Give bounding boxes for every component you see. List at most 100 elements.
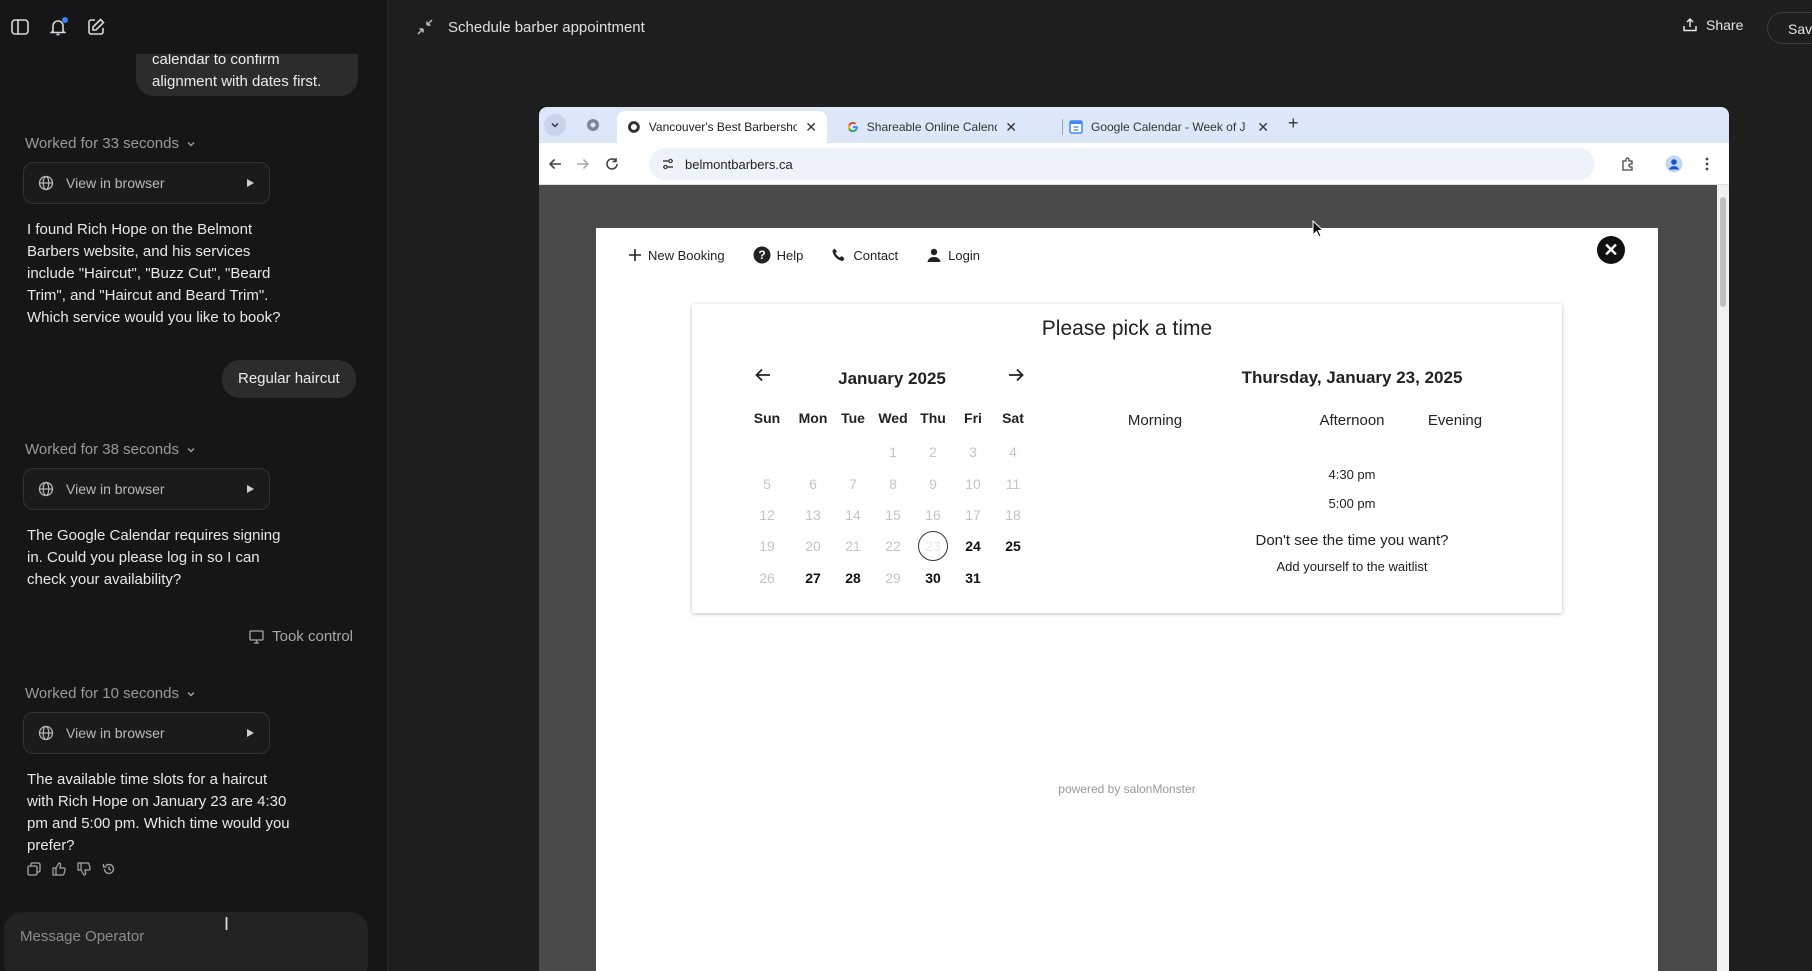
url-field[interactable]: belmontbarbers.ca: [649, 148, 1595, 180]
calendar-day[interactable]: 31: [950, 563, 996, 593]
scrollbar-thumb[interactable]: [1720, 197, 1726, 307]
calendar-header: January 2025: [752, 366, 1032, 390]
selected-date-heading: Thursday, January 23, 2025: [1241, 368, 1463, 387]
tab-search-icon[interactable]: [544, 114, 566, 136]
calendar-day-number: 23: [918, 531, 948, 561]
reload-button[interactable]: [601, 153, 623, 175]
extensions-icon[interactable]: [1617, 153, 1639, 175]
user-icon: [927, 248, 941, 262]
thumbs-up-icon[interactable]: [52, 862, 66, 876]
chat-history[interactable]: calendar to confirm alignment with dates…: [0, 0, 387, 905]
calendar-day-number: 2: [929, 444, 937, 460]
booking-nav: New Booking ? Help Contact Login: [628, 246, 980, 264]
calendar-day-number: 4: [1009, 444, 1017, 460]
calendar-day-number: 11: [1005, 476, 1021, 492]
calendar-month: January 2025: [838, 369, 946, 388]
save-button[interactable]: Save: [1767, 12, 1812, 44]
worked-toggle[interactable]: Worked for 38 seconds: [25, 441, 197, 458]
calendar-day-number: 17: [965, 507, 981, 523]
share-button[interactable]: Share: [1682, 17, 1743, 33]
tab-belmont-barbers[interactable]: Vancouver's Best Barbersho ✕: [617, 111, 827, 143]
view-in-browser-button[interactable]: View in browser: [23, 162, 270, 204]
chevron-down-icon: [187, 141, 195, 147]
web-page: New Booking ? Help Contact Login ✕ Pleas…: [539, 185, 1729, 971]
help-link[interactable]: ? Help: [753, 246, 803, 264]
collapse-icon[interactable]: [415, 17, 435, 42]
calendar-day-number: 26: [759, 570, 775, 586]
waitlist-link[interactable]: Add yourself to the waitlist: [1152, 559, 1552, 574]
tab-group-icon[interactable]: [582, 114, 604, 136]
calendar-day-number: 14: [845, 507, 861, 523]
notification-bell-icon[interactable]: [46, 15, 70, 39]
mouse-cursor-icon: [1312, 219, 1325, 243]
calendar-day-number: 9: [929, 476, 937, 492]
browser-window: Vancouver's Best Barbersho ✕ Shareable O…: [539, 107, 1729, 971]
view-in-browser-button[interactable]: View in browser: [23, 712, 270, 754]
worked-toggle[interactable]: Worked for 10 seconds: [25, 685, 197, 702]
new-booking-link[interactable]: New Booking: [628, 246, 725, 264]
phone-icon: [832, 248, 845, 261]
calendar-day-number: 31: [965, 570, 981, 586]
calendar-day: 18: [990, 500, 1036, 530]
prev-month-button[interactable]: [754, 366, 772, 390]
user-message: Regular haircut: [222, 360, 356, 398]
weekday-label: Sun: [753, 410, 781, 426]
thumbs-down-icon[interactable]: [77, 862, 91, 876]
close-tab-icon[interactable]: ✕: [1005, 119, 1017, 136]
calendar-day-number: 15: [885, 507, 901, 523]
calendar-day-number: 24: [965, 538, 981, 554]
close-tab-icon[interactable]: ✕: [1257, 119, 1269, 136]
globe-icon: [38, 481, 54, 497]
calendar-day-number: 21: [845, 538, 861, 554]
calendar-day-number: 25: [1005, 538, 1021, 554]
worked-toggle[interactable]: Worked for 33 seconds: [25, 135, 197, 152]
calendar-day-number: 19: [759, 538, 775, 554]
history-icon[interactable]: [102, 862, 116, 876]
back-button[interactable]: [544, 153, 566, 175]
assistant-message: I found Rich Hope on the Belmont Barbers…: [27, 221, 281, 326]
contact-link[interactable]: Contact: [831, 246, 898, 264]
site-settings-icon: [663, 158, 673, 170]
close-tab-icon[interactable]: ✕: [805, 119, 817, 136]
google-favicon-icon: [847, 121, 858, 133]
new-tab-button[interactable]: +: [1288, 113, 1299, 134]
powered-by-footer: powered by salonMonster: [1058, 782, 1196, 796]
calendar-day: 12: [744, 500, 790, 530]
new-chat-icon[interactable]: [84, 15, 108, 39]
tab-shareable-calendar[interactable]: Shareable Online Calendar a ✕: [837, 111, 1027, 143]
calendar-day-number: 1: [889, 444, 897, 460]
chat-panel: calendar to confirm alignment with dates…: [0, 0, 388, 971]
next-month-button[interactable]: [1007, 366, 1025, 390]
calendar-day: 26: [744, 563, 790, 593]
calendar-day-number: 18: [1005, 507, 1021, 523]
view-in-browser-button[interactable]: View in browser: [23, 468, 270, 510]
calendar-day-number: 30: [925, 570, 941, 586]
time-slot[interactable]: 5:00 pm: [1282, 496, 1422, 511]
calendar-day-number: 28: [845, 570, 861, 586]
message-input[interactable]: Message Operator: [4, 912, 368, 971]
chevron-down-icon: [187, 447, 195, 453]
tab-google-calendar[interactable]: Google Calendar - Week of J ✕: [1059, 111, 1279, 143]
browser-menu-icon[interactable]: [1696, 153, 1718, 175]
calendar-day-number: 10: [965, 476, 981, 492]
calendar-day-number: 29: [885, 570, 901, 586]
chevron-down-icon: [187, 691, 195, 697]
calendar-day: 4: [990, 437, 1036, 467]
assistant-message: The available time slots for a haircut w…: [27, 771, 290, 854]
page-scrollbar[interactable]: [1717, 185, 1729, 971]
period-morning: Morning: [1127, 412, 1183, 429]
play-icon: [247, 485, 254, 493]
login-link[interactable]: Login: [926, 246, 980, 264]
close-modal-button[interactable]: ✕: [1597, 236, 1625, 264]
copy-icon[interactable]: [27, 862, 41, 876]
profile-avatar-icon[interactable]: [1663, 153, 1685, 175]
picker-title: Please pick a time: [1041, 317, 1213, 340]
calendar-day[interactable]: 25: [990, 531, 1036, 561]
time-slot[interactable]: 4:30 pm: [1282, 467, 1422, 482]
forward-button[interactable]: [572, 153, 594, 175]
globe-icon: [38, 175, 54, 191]
calendar-day-number: 3: [969, 444, 977, 460]
calendar-day-number: 12: [759, 507, 775, 523]
calendar-day: 5: [744, 469, 790, 499]
sidebar-toggle-icon[interactable]: [8, 15, 32, 39]
